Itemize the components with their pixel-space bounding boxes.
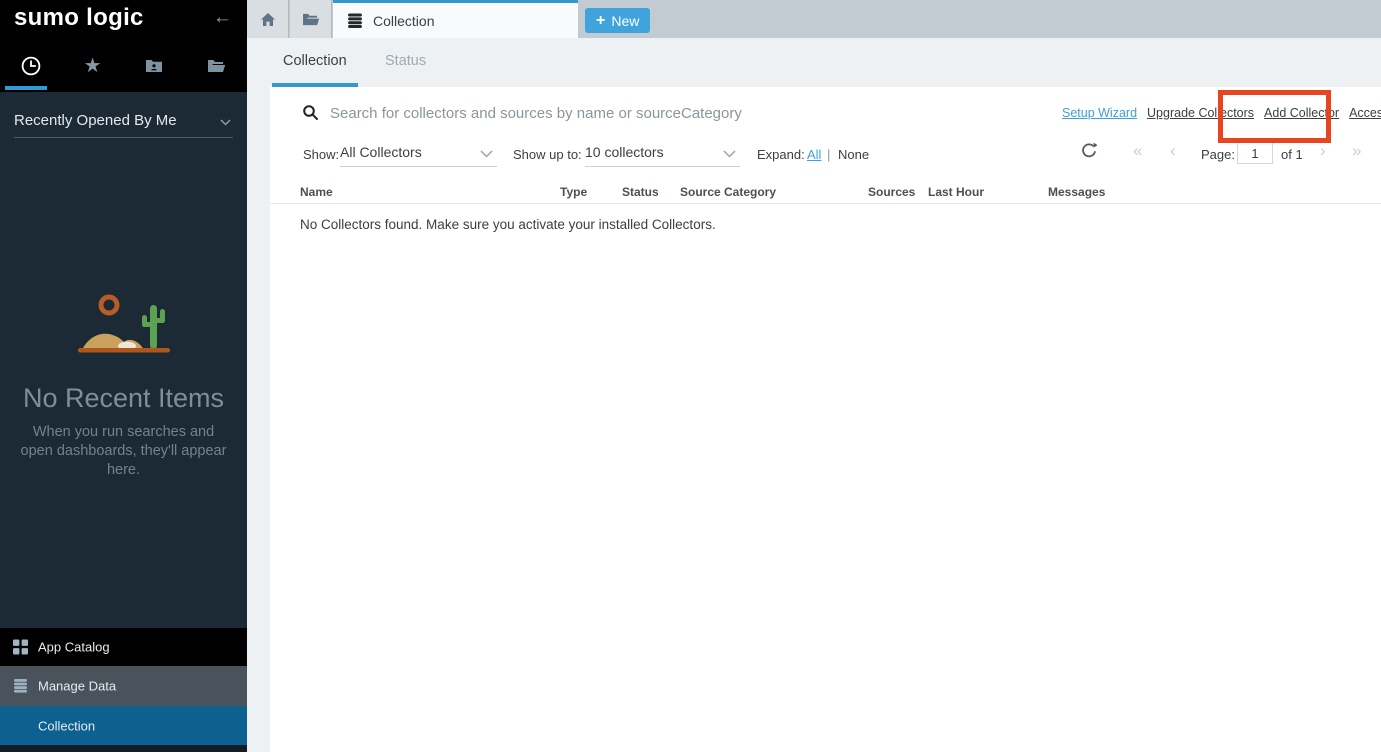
upgrade-collectors-link[interactable]: Upgrade Collectors (1147, 106, 1254, 120)
section-title: Recently Opened By Me (14, 112, 177, 129)
plus-icon: + (596, 13, 605, 29)
content-gutter (247, 87, 270, 752)
last-page-button[interactable]: » (1352, 142, 1361, 159)
favorites-tab[interactable]: ★ (62, 40, 124, 92)
library-folder-button[interactable] (290, 0, 332, 38)
star-icon: ★ (84, 56, 102, 76)
clock-icon (20, 55, 42, 77)
sidebar-item-partial (0, 745, 247, 752)
sidebar-item-app-catalog[interactable]: App Catalog (0, 628, 247, 666)
expand-all-link[interactable]: All (807, 147, 821, 162)
expand-none-link[interactable]: None (838, 147, 869, 162)
subtab-bar: Collection Status (247, 38, 1381, 87)
column-header-messages: Messages (1048, 185, 1105, 199)
sidebar-item-collection-selected[interactable]: Collection (0, 706, 247, 745)
chevron-down-icon (480, 150, 493, 158)
subtab-status[interactable]: Status (385, 53, 426, 69)
personal-folder-icon (145, 58, 163, 74)
access-keys-link[interactable]: Access Keys (1349, 106, 1381, 120)
new-button-label: New (611, 14, 639, 28)
collection-tab[interactable]: Collection (333, 0, 578, 38)
collection-panel: Setup Wizard Upgrade Collectors Add Coll… (270, 87, 1381, 752)
no-recent-items-title: No Recent Items (0, 383, 247, 414)
sidebar-logo-row: sumo logic ← (0, 0, 247, 40)
column-header-last-hour: Last Hour (928, 185, 984, 199)
library-tab[interactable] (185, 40, 247, 92)
sidebar-item-label: Manage Data (38, 679, 116, 694)
search-icon (302, 104, 319, 121)
show-dropdown[interactable]: All Collectors (340, 140, 497, 167)
refresh-icon[interactable] (1080, 142, 1097, 159)
action-links: Setup Wizard Upgrade Collectors Add Coll… (1062, 106, 1381, 120)
database-icon (347, 13, 363, 29)
chevron-down-icon (723, 150, 736, 158)
chevron-down-icon (220, 119, 231, 126)
column-header-type: Type (560, 185, 587, 199)
column-header-sources: Sources (868, 185, 915, 199)
page-total: of 1 (1281, 147, 1303, 162)
column-header-source-category: Source Category (680, 185, 776, 199)
page-number-input[interactable] (1237, 142, 1273, 164)
recently-opened-dropdown[interactable]: Recently Opened By Me (14, 108, 233, 138)
search-input[interactable] (330, 99, 970, 127)
database-icon (13, 679, 28, 694)
sumo-logic-logo: sumo logic (14, 4, 144, 32)
column-header-status: Status (622, 185, 659, 199)
table-header-row: Name Type Status Source Category Sources… (270, 183, 1381, 204)
tab-title: Collection (373, 13, 434, 29)
column-header-name: Name (300, 185, 333, 199)
previous-page-button[interactable]: ‹ (1170, 142, 1176, 159)
next-page-button[interactable]: › (1320, 142, 1326, 159)
open-folder-icon (207, 58, 226, 74)
active-nav-underline (5, 86, 47, 90)
sidebar-item-label: App Catalog (38, 640, 110, 655)
grid-icon (13, 640, 28, 655)
first-page-button[interactable]: « (1133, 142, 1142, 159)
expand-label: Expand: (757, 147, 805, 162)
home-button[interactable] (247, 0, 289, 38)
sidebar-item-label: Collection (38, 718, 95, 733)
open-folder-icon (302, 12, 320, 27)
top-tab-bar: Collection + New (247, 0, 1381, 38)
new-button[interactable]: + New (585, 8, 650, 33)
collapse-sidebar-icon[interactable]: ← (213, 7, 232, 29)
show-up-to-dropdown[interactable]: 10 collectors (585, 140, 740, 167)
desert-illustration (64, 288, 184, 368)
personal-folder-tab[interactable] (124, 40, 186, 92)
separator: | (827, 147, 830, 162)
page-label: Page: (1201, 147, 1235, 162)
show-dropdown-value: All Collectors (340, 144, 422, 160)
setup-wizard-link[interactable]: Setup Wizard (1062, 106, 1137, 120)
empty-state-message: No Collectors found. Make sure you activ… (300, 217, 716, 232)
show-up-to-dropdown-value: 10 collectors (585, 144, 664, 160)
add-collector-link[interactable]: Add Collector (1264, 106, 1339, 120)
sidebar-item-manage-data[interactable]: Manage Data (0, 666, 247, 706)
home-icon (260, 12, 276, 27)
recents-tab[interactable] (0, 40, 62, 92)
show-up-to-label: Show up to: (513, 147, 582, 162)
no-recent-items-description: When you run searches and open dashboard… (16, 423, 231, 480)
sidebar: sumo logic ← ★ Recently (0, 0, 247, 752)
subtab-collection[interactable]: Collection (283, 53, 347, 69)
show-label: Show: (303, 147, 339, 162)
sidebar-nav-icons: ★ (0, 40, 247, 92)
